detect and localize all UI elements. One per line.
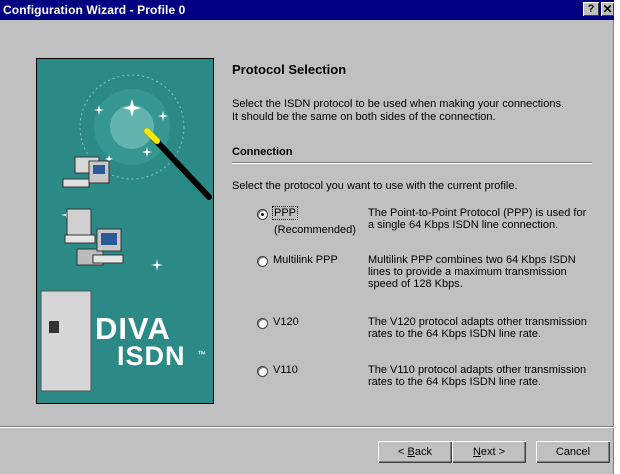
- intro-text: Select the ISDN protocol to be used when…: [232, 98, 612, 124]
- option-ppp-text: PPP: [271, 206, 299, 220]
- help-button[interactable]: ?: [583, 2, 599, 16]
- option-v110-description: The V110 protocol adapts other transmiss…: [368, 364, 608, 388]
- option-v120-label[interactable]: V120: [273, 316, 299, 329]
- wizard-window: Configuration Wizard - Profile 0 ? ✕ DIV…: [0, 0, 614, 474]
- radio-v120[interactable]: [257, 318, 268, 329]
- desc-line: The Point-to-Point Protocol (PPP) is use…: [368, 207, 587, 219]
- desc-line: Multilink PPP combines two 64 Kbps ISDN: [368, 254, 576, 266]
- page-heading: Protocol Selection: [232, 62, 347, 77]
- option-v120-description: The V120 protocol adapts other transmiss…: [368, 316, 608, 340]
- back-prefix: <: [398, 446, 408, 458]
- option-v110-label[interactable]: V110: [273, 364, 298, 377]
- back-accelerator: B: [407, 446, 415, 458]
- desc-line: rates to the 64 Kbps ISDN line rate.: [368, 376, 542, 388]
- desc-line: The V110 protocol adapts other transmiss…: [368, 364, 587, 376]
- option-ppp-description: The Point-to-Point Protocol (PPP) is use…: [368, 207, 608, 231]
- footer-divider: [0, 426, 614, 428]
- intro-line-1: Select the ISDN protocol to be used when…: [232, 98, 565, 110]
- desc-line: a single 64 Kbps ISDN line connection.: [368, 219, 559, 231]
- title-bar[interactable]: Configuration Wizard - Profile 0 ? ✕: [0, 0, 614, 20]
- back-rest: ack: [414, 446, 432, 458]
- isdn-adapter-icon: [40, 290, 92, 392]
- section-divider: [232, 162, 592, 164]
- cancel-button[interactable]: Cancel: [536, 441, 610, 463]
- wizard-artwork: DIVA ISDN ™: [36, 58, 214, 404]
- section-title: Connection: [232, 146, 293, 158]
- brand-isdn: ISDN: [117, 341, 186, 371]
- radio-multilink-ppp[interactable]: [257, 256, 268, 267]
- radio-v110[interactable]: [257, 366, 268, 377]
- computer-icon: [62, 156, 110, 188]
- next-button[interactable]: Next >: [452, 441, 526, 463]
- next-rest: ext >: [480, 446, 506, 458]
- desc-line: rates to the 64 Kbps ISDN line rate.: [368, 328, 542, 340]
- desc-line: speed of 128 Kbps.: [368, 278, 463, 290]
- next-accelerator: N: [472, 446, 481, 458]
- server-icon: [64, 208, 124, 266]
- radio-ppp-dot: [261, 213, 264, 216]
- window-title: Configuration Wizard - Profile 0: [3, 3, 186, 17]
- option-ppp-sublabel: (Recommended): [274, 224, 356, 236]
- option-multilink-ppp-description: Multilink PPP combines two 64 Kbps ISDN …: [368, 254, 608, 290]
- back-button[interactable]: < Back: [378, 441, 452, 463]
- option-ppp-label[interactable]: PPP: [271, 206, 299, 220]
- desc-line: lines to provide a maximum transmission: [368, 266, 567, 278]
- trademark-mark: ™: [197, 349, 206, 359]
- close-button[interactable]: ✕: [601, 2, 614, 16]
- option-multilink-ppp-label[interactable]: Multilink PPP: [273, 254, 338, 267]
- intro-line-2: It should be the same on both sides of t…: [232, 111, 496, 123]
- desc-line: The V120 protocol adapts other transmiss…: [368, 316, 587, 328]
- radio-ppp[interactable]: [257, 209, 268, 220]
- select-instruction: Select the protocol you want to use with…: [232, 180, 518, 192]
